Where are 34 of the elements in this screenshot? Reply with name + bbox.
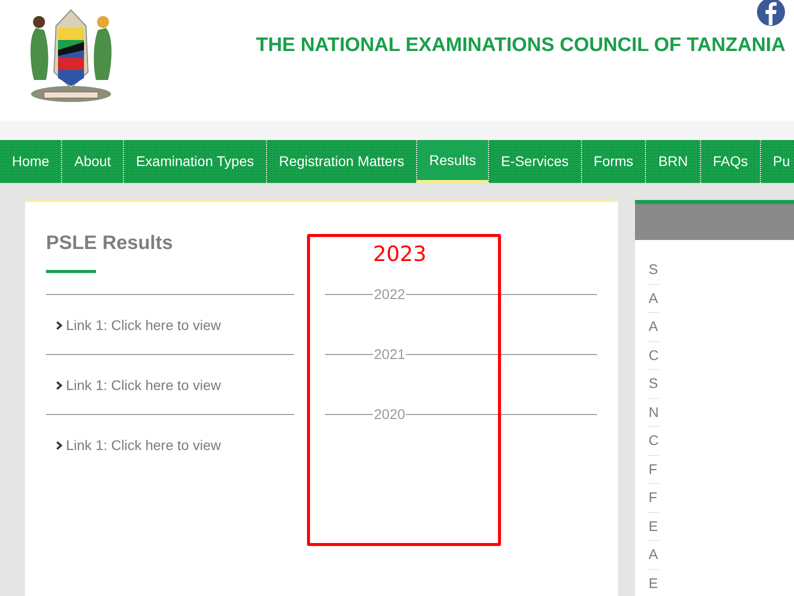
annotation-label: 2023 [373, 241, 426, 268]
chevron-icon [56, 381, 63, 390]
nav-item[interactable]: Forms [580, 140, 646, 183]
result-link[interactable]: Link 1: Click here to view [66, 435, 221, 456]
nav-item[interactable]: Results [416, 140, 488, 183]
year-label: 2021 [373, 347, 406, 361]
sidebar-link[interactable]: N [634, 398, 794, 426]
chevron-icon [56, 321, 63, 330]
year-label: 2020 [373, 407, 406, 421]
sidebar-link[interactable]: E [634, 570, 794, 596]
sidebar-link[interactable]: F [634, 456, 794, 483]
facebook-icon[interactable] [757, 0, 785, 26]
nav-item[interactable]: BRN [645, 140, 700, 183]
sidebar-link[interactable]: S [634, 370, 794, 398]
site-title: THE NATIONAL EXAMINATIONS COUNCIL OF TANZANIA [256, 34, 786, 58]
sidebar-link[interactable]: A [634, 541, 794, 568]
chevron-icon [56, 441, 63, 450]
sidebar-link[interactable]: F [634, 484, 794, 512]
nav-item[interactable]: Examination Types [122, 140, 266, 183]
nav-item[interactable]: About [61, 140, 123, 183]
year-label: 2022 [373, 287, 406, 301]
sidebar-link[interactable]: C [634, 342, 794, 369]
nav-item[interactable]: Home [0, 140, 62, 183]
sidebar-link[interactable]: C [634, 427, 794, 454]
sidebar-link[interactable]: E [634, 512, 794, 540]
page-heading: PSLE Results [46, 232, 173, 256]
nav-item[interactable]: Pu [760, 140, 790, 183]
result-link[interactable]: Link 1: Click here to view [66, 375, 221, 396]
result-link[interactable]: Link 1: Click here to view [66, 315, 221, 336]
sidebar-link[interactable]: S [634, 256, 794, 284]
sidebar-link[interactable]: A [634, 284, 794, 312]
nav-item[interactable]: FAQs [700, 140, 760, 183]
nav-item[interactable]: E-Services [488, 140, 581, 183]
sidebar-link[interactable]: A [634, 313, 794, 340]
